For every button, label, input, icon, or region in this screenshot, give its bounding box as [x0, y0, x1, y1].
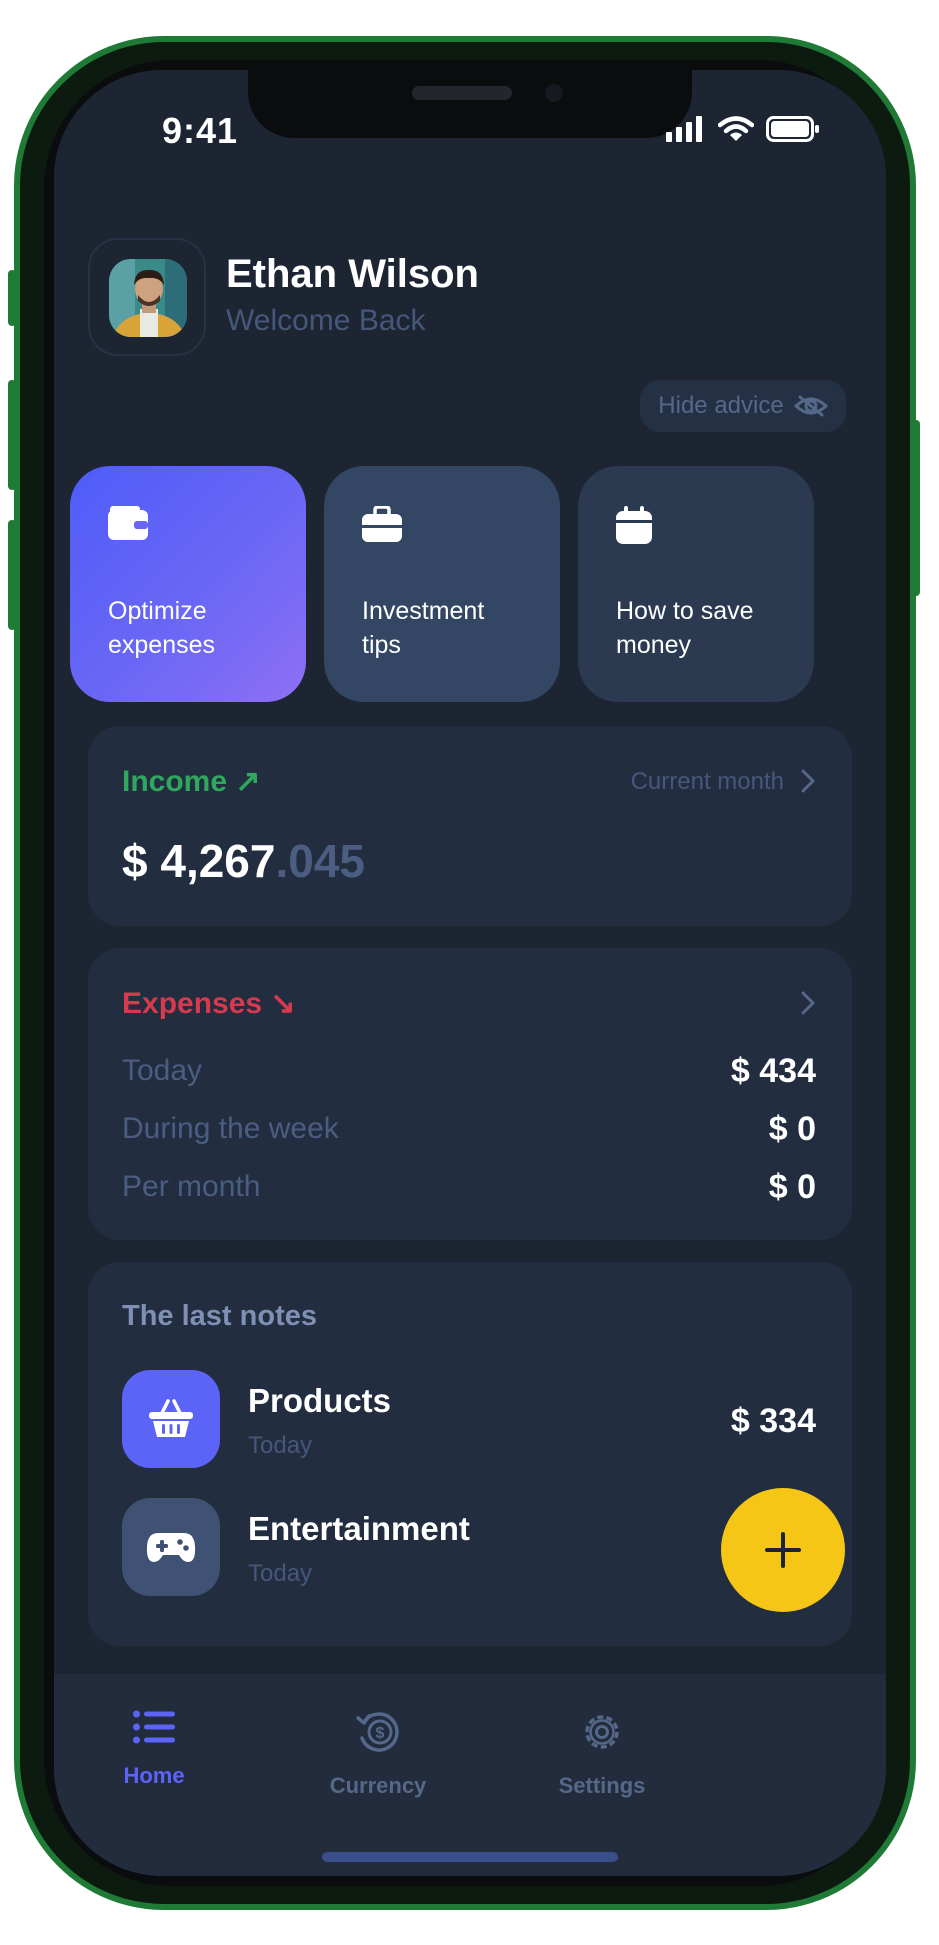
income-amount-decimal: .045 [275, 835, 366, 887]
advice-card-optimize-expenses[interactable]: Optimize expenses [70, 466, 306, 702]
eye-off-icon [793, 395, 828, 417]
front-camera [545, 84, 563, 102]
status-icons [666, 116, 820, 142]
income-card[interactable]: Income ↗ Current month $ 4,267.045 [88, 726, 852, 926]
mute-switch [8, 270, 16, 326]
speaker [412, 86, 512, 100]
expense-row-value: $ 0 [768, 1168, 816, 1206]
advice-card-save-money[interactable]: How to save money [578, 466, 814, 702]
advice-card-investment-tips[interactable]: Investment tips [324, 466, 560, 702]
gear-icon [585, 1715, 619, 1749]
income-title: Income ↗ [122, 765, 261, 798]
notch [248, 70, 692, 138]
advice-label: Investment tips [362, 597, 485, 659]
avatar [109, 259, 187, 337]
hide-advice-label: Hide advice [658, 392, 784, 419]
bottom-tab-bar: Home $ Currency Settings [54, 1674, 886, 1876]
tab-settings[interactable]: Settings [502, 1710, 702, 1799]
currency-icon: $ [356, 1712, 399, 1752]
tab-home[interactable]: Home [54, 1710, 254, 1789]
signal-icon [666, 116, 702, 142]
wifi-icon [718, 116, 754, 141]
advice-label: Optimize expenses [108, 597, 216, 659]
note-name: Entertainment [248, 1510, 470, 1547]
calendar-icon [616, 506, 652, 544]
income-amount-main: $ 4,267 [122, 835, 276, 887]
list-icon [133, 1710, 175, 1744]
tab-label: Home [123, 1763, 185, 1788]
home-indicator [322, 1852, 618, 1862]
tab-label: Settings [558, 1773, 646, 1798]
period-selector[interactable]: Current month [631, 768, 784, 796]
expense-row-label: Per month [122, 1170, 261, 1203]
expenses-card[interactable]: Expenses ↘ Today $ 434 During the week $… [88, 948, 852, 1240]
note-icon-box [122, 1498, 220, 1596]
chevron-right-icon[interactable] [800, 990, 816, 1016]
chevron-right-icon[interactable] [800, 768, 816, 794]
expense-row-label: Today [122, 1054, 203, 1087]
add-note-button[interactable] [721, 1488, 845, 1612]
income-amount: $ 4,267.045 [122, 834, 365, 888]
notes-title: The last notes [122, 1300, 317, 1332]
briefcase-icon [362, 506, 402, 542]
note-date: Today [248, 1560, 313, 1587]
plus-icon [765, 1532, 801, 1568]
battery-icon [766, 116, 819, 142]
gamepad-icon [146, 1533, 196, 1562]
note-date: Today [248, 1432, 313, 1459]
svg-text:$: $ [376, 1725, 385, 1742]
user-name: Ethan Wilson [226, 252, 479, 296]
expense-row-value: $ 434 [730, 1052, 816, 1090]
basket-icon [149, 1399, 193, 1437]
wallet-icon [108, 506, 148, 540]
note-value: $ 334 [730, 1402, 816, 1440]
power-button [912, 420, 920, 596]
avatar-frame[interactable] [88, 238, 206, 356]
volume-up-button [8, 380, 16, 490]
tab-currency[interactable]: $ Currency [278, 1710, 478, 1799]
note-icon-box [122, 1370, 220, 1468]
app-screen: 9:41 Ethan Wilson Welcome Back Hide advi… [54, 70, 886, 1876]
advice-label: How to save money [616, 597, 754, 659]
welcome-text: Welcome Back [226, 304, 426, 337]
expenses-title: Expenses ↘ [122, 987, 296, 1020]
expense-row-label: During the week [122, 1112, 339, 1145]
hide-advice-button[interactable]: Hide advice [640, 380, 846, 432]
note-name: Products [248, 1382, 392, 1419]
volume-down-button [8, 520, 16, 630]
tab-label: Currency [329, 1773, 427, 1798]
status-time: 9:41 [162, 110, 239, 151]
expense-row-value: $ 0 [768, 1110, 816, 1148]
